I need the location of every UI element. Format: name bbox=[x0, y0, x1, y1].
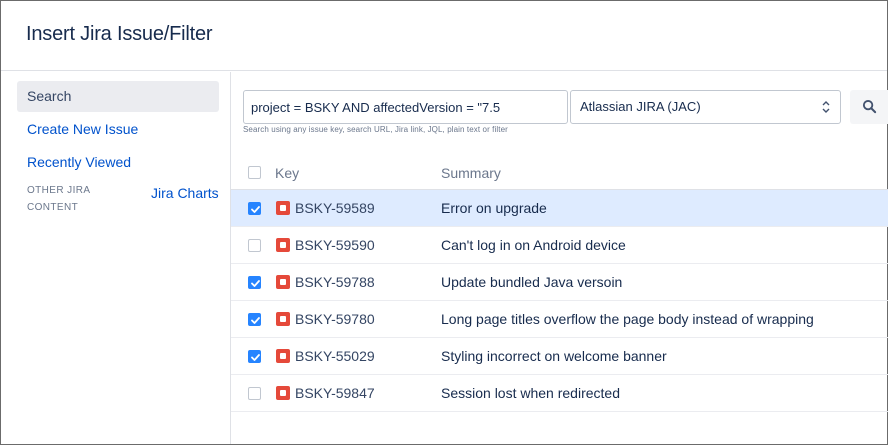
search-helper-text: Search using any issue key, search URL, … bbox=[243, 125, 508, 134]
checkmark-icon bbox=[251, 206, 260, 213]
bug-issue-type-icon bbox=[276, 275, 290, 289]
checkmark-icon bbox=[251, 280, 260, 287]
insert-jira-dialog: Insert Jira Issue/Filter Search Create N… bbox=[0, 0, 888, 445]
checkmark-icon bbox=[251, 354, 260, 361]
issue-key-link[interactable]: BSKY-59780 bbox=[295, 311, 375, 327]
table-row[interactable]: BSKY-59788 Update bundled Java versoin bbox=[231, 264, 888, 301]
search-button[interactable] bbox=[850, 90, 888, 124]
issue-key-link[interactable]: BSKY-59847 bbox=[295, 385, 375, 401]
bug-issue-type-icon bbox=[276, 386, 290, 400]
dialog-title: Insert Jira Issue/Filter bbox=[26, 23, 213, 45]
issue-summary: Update bundled Java versoin bbox=[441, 274, 623, 290]
checkmark-icon bbox=[251, 317, 260, 324]
row-checkbox[interactable] bbox=[248, 202, 261, 215]
server-select[interactable]: Atlassian JIRA (JAC) bbox=[570, 90, 841, 124]
search-icon bbox=[862, 99, 877, 114]
dialog-header: Insert Jira Issue/Filter bbox=[1, 1, 887, 71]
table-header: Key Summary bbox=[231, 156, 888, 190]
bug-issue-type-icon bbox=[276, 201, 290, 215]
bug-issue-type-icon bbox=[276, 349, 290, 363]
bug-issue-type-icon bbox=[276, 312, 290, 326]
issue-key-link[interactable]: BSKY-59788 bbox=[295, 274, 375, 290]
table-row[interactable]: BSKY-59847 Session lost when redirected bbox=[231, 375, 888, 412]
row-checkbox[interactable] bbox=[248, 313, 261, 326]
sidebar: Search Create New Issue Recently Viewed … bbox=[1, 72, 229, 444]
sidebar-item-search[interactable]: Search bbox=[17, 81, 219, 112]
column-header-summary: Summary bbox=[441, 165, 501, 181]
table-row[interactable]: BSKY-59590 Can't log in on Android device bbox=[231, 227, 888, 264]
row-checkbox[interactable] bbox=[248, 239, 261, 252]
select-arrows-icon bbox=[822, 101, 830, 113]
sidebar-item-jira-charts[interactable]: Jira Charts bbox=[151, 185, 219, 201]
issue-key-link[interactable]: BSKY-55029 bbox=[295, 348, 375, 364]
row-checkbox[interactable] bbox=[248, 387, 261, 400]
sidebar-item-create-new-issue[interactable]: Create New Issue bbox=[17, 114, 219, 145]
column-header-key: Key bbox=[275, 165, 300, 181]
bug-issue-type-icon bbox=[276, 238, 290, 252]
issue-summary: Session lost when redirected bbox=[441, 385, 620, 401]
sidebar-item-recently-viewed[interactable]: Recently Viewed bbox=[17, 147, 219, 178]
issue-summary: Long page titles overflow the page body … bbox=[441, 311, 814, 327]
issue-summary: Error on upgrade bbox=[441, 200, 547, 216]
issue-key-link[interactable]: BSKY-59590 bbox=[295, 237, 375, 253]
issue-summary: Styling incorrect on welcome banner bbox=[441, 348, 667, 364]
issue-summary: Can't log in on Android device bbox=[441, 237, 626, 253]
other-jira-content-label: OTHER JIRA CONTENT bbox=[27, 185, 90, 213]
row-checkbox[interactable] bbox=[248, 350, 261, 363]
issue-key-link[interactable]: BSKY-59589 bbox=[295, 200, 375, 216]
select-all-checkbox[interactable] bbox=[248, 166, 261, 179]
table-row[interactable]: BSKY-59780 Long page titles overflow the … bbox=[231, 301, 888, 338]
server-select-value: Atlassian JIRA (JAC) bbox=[580, 99, 701, 114]
row-checkbox[interactable] bbox=[248, 276, 261, 289]
table-row[interactable]: BSKY-59589 Error on upgrade bbox=[231, 190, 888, 227]
jql-search-input[interactable] bbox=[243, 90, 568, 124]
table-row[interactable]: BSKY-55029 Styling incorrect on welcome b… bbox=[231, 338, 888, 375]
search-panel: Atlassian JIRA (JAC) Search using any is… bbox=[230, 72, 888, 444]
